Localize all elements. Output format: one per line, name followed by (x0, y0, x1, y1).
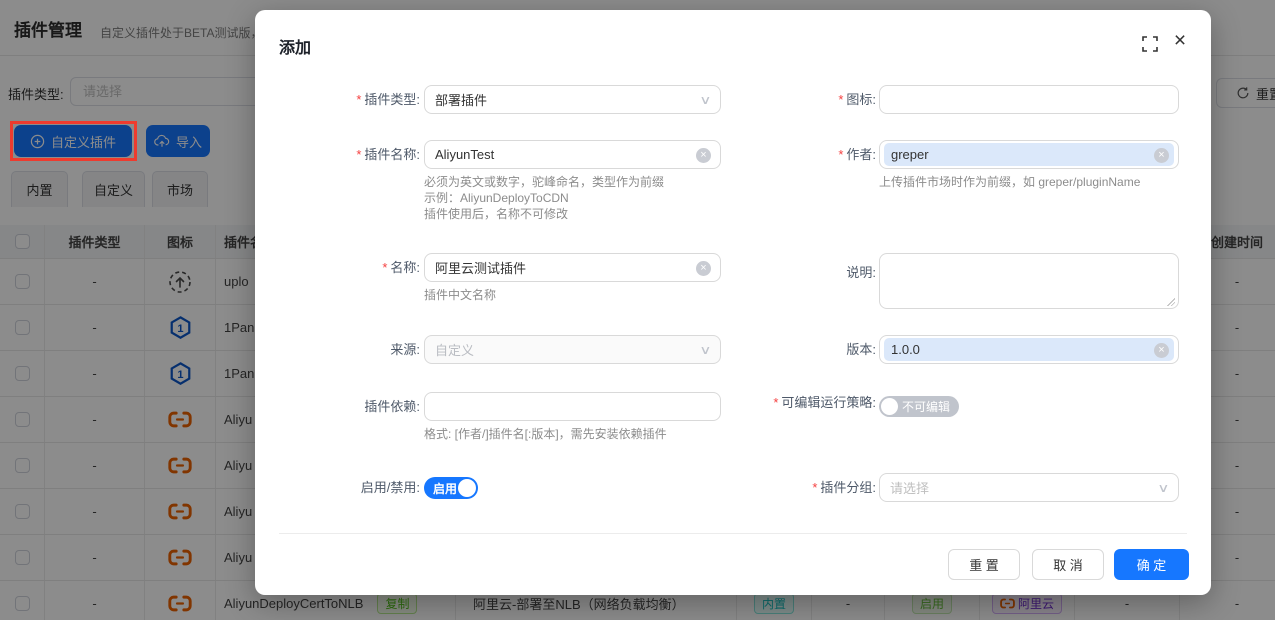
plugin-name-help-1: 必须为英文或数字，驼峰命名，类型作为前缀 (424, 174, 664, 190)
plugin-group-placeholder: 请选择 (890, 478, 929, 497)
field-label-plugin-type: 插件类型: (279, 85, 420, 114)
modal-reset-label: 重 置 (969, 555, 999, 574)
icon-input-field[interactable] (890, 92, 1168, 107)
plugin-name-help-2: 示例：AliyunDeployToCDN (424, 190, 569, 206)
chevron-down-icon: ∨ (1157, 481, 1169, 495)
field-label-edit-policy: 可编辑运行策略: (640, 388, 876, 417)
clear-icon[interactable] (1154, 148, 1169, 163)
field-label-name: 名称: (279, 253, 420, 282)
enabled-switch[interactable]: 启用 (424, 477, 478, 499)
field-label-enabled: 启用/禁用: (279, 473, 420, 502)
field-label-plugin-name: 插件名称: (279, 140, 420, 169)
footer-divider (279, 533, 1187, 534)
plugin-type-select-value: 部署插件 (435, 90, 487, 109)
modal-title: 添加 (279, 34, 311, 58)
switch-knob (881, 398, 898, 415)
edit-policy-switch-label: 不可编辑 (902, 398, 950, 415)
modal-cancel-label: 取 消 (1053, 555, 1083, 574)
icon-input[interactable] (879, 85, 1179, 114)
close-icon[interactable]: × (1169, 30, 1191, 52)
modal-cancel-button[interactable]: 取 消 (1032, 549, 1104, 580)
clear-icon[interactable] (1154, 343, 1169, 358)
plugin-group-select[interactable]: 请选择 ∨ (879, 473, 1179, 502)
version-input[interactable]: 1.0.0 (879, 335, 1179, 364)
field-label-version: 版本: (640, 335, 876, 364)
author-help: 上传插件市场时作为前缀，如 greper/pluginName (879, 174, 1140, 190)
screen: 插件管理 自定义插件处于BETA测试版， 插件类型: 请选择 自定义插件 导入 … (0, 0, 1275, 620)
version-input-value[interactable]: 1.0.0 (884, 338, 1174, 361)
field-label-icon: 图标: (640, 85, 876, 114)
enabled-switch-label: 启用 (433, 480, 457, 497)
source-select-value: 自定义 (435, 340, 474, 359)
field-label-source: 来源: (279, 335, 420, 364)
add-plugin-modal: 添加 × 插件类型: 部署插件 ∨ 图标: 插件名称: 必须为英文或数字，驼峰命… (255, 10, 1211, 595)
dependency-help: 格式: [作者/]插件名[:版本]，需先安装依赖插件 (424, 426, 667, 442)
author-input[interactable]: greper (879, 140, 1179, 169)
field-label-description: 说明: (640, 258, 876, 287)
edit-policy-switch[interactable]: 不可编辑 (879, 396, 959, 417)
description-textarea[interactable] (879, 253, 1179, 309)
field-label-plugin-group: 插件分组: (640, 473, 876, 502)
field-label-author: 作者: (640, 140, 876, 169)
modal-confirm-button[interactable]: 确 定 (1114, 549, 1189, 580)
plugin-name-help-3: 插件使用后，名称不可修改 (424, 206, 568, 222)
modal-reset-button[interactable]: 重 置 (948, 549, 1020, 580)
switch-knob (458, 479, 476, 497)
fullscreen-icon[interactable] (1141, 35, 1159, 53)
textarea-resize-handle[interactable] (1167, 298, 1175, 306)
field-label-dependency: 插件依赖: (279, 392, 420, 421)
name-help: 插件中文名称 (424, 287, 496, 303)
author-input-value[interactable]: greper (884, 143, 1174, 166)
modal-confirm-label: 确 定 (1137, 555, 1167, 574)
